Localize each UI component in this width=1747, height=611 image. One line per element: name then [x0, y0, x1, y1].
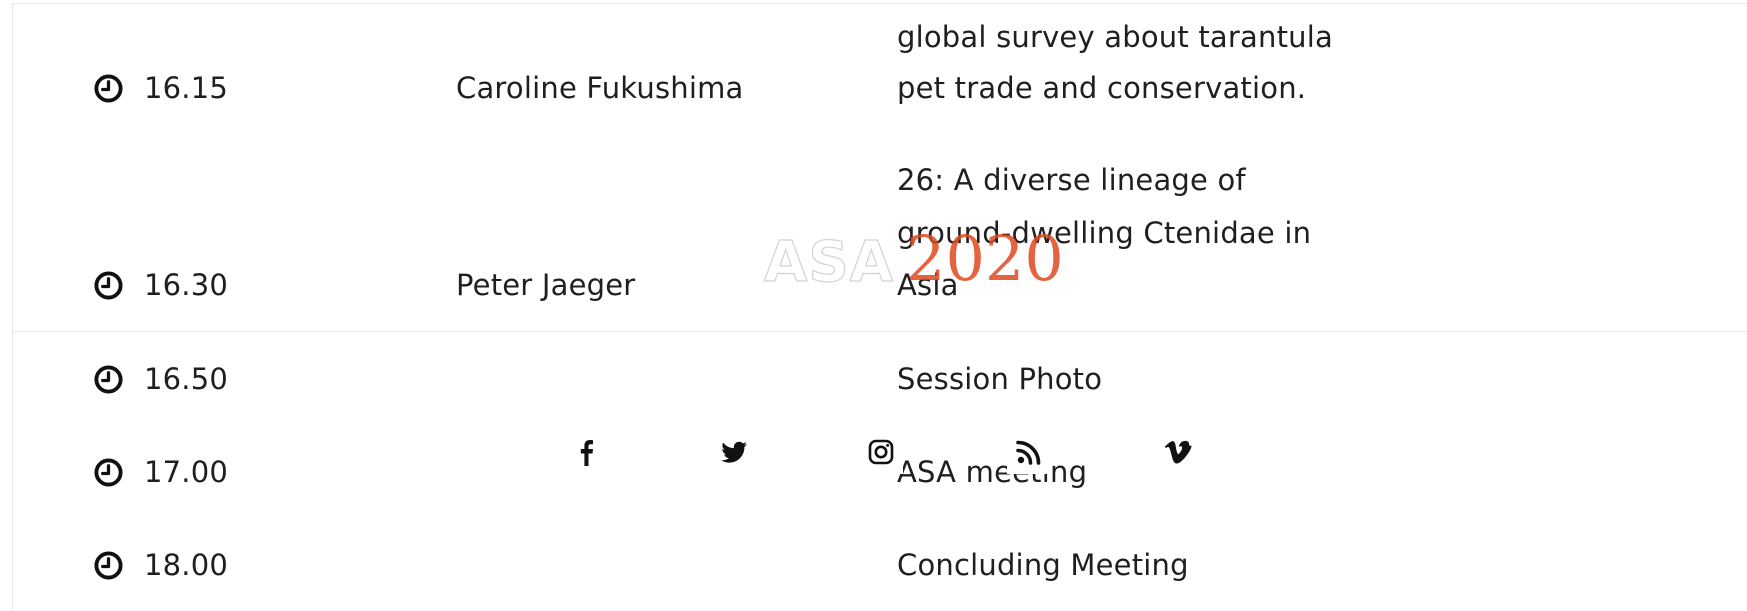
- vimeo-icon: [1164, 440, 1192, 464]
- topic-line: Asia: [897, 268, 959, 302]
- clock-icon: [94, 365, 123, 394]
- time-label: 18.00: [144, 548, 229, 582]
- twitter-icon: [721, 441, 747, 463]
- clock-icon: [94, 551, 123, 580]
- vimeo-link[interactable]: [1156, 430, 1200, 474]
- time-label: 17.00: [144, 455, 229, 489]
- topic-line: 26: A diverse lineage of: [897, 163, 1246, 197]
- topic-line: Concluding Meeting: [897, 548, 1189, 582]
- time-cell: 18.00: [93, 539, 228, 592]
- clock-icon: [94, 271, 123, 300]
- time-label: 16.50: [144, 362, 229, 396]
- time-cell: 16.15: [93, 62, 228, 115]
- clock-icon: [94, 458, 123, 487]
- topic-line: global survey about tarantula: [897, 20, 1333, 54]
- time-label: 16.30: [144, 268, 229, 302]
- schedule-frame: [12, 3, 1747, 611]
- clock-icon: [94, 74, 123, 103]
- facebook-icon: [580, 440, 593, 466]
- row-divider: [12, 331, 1747, 332]
- facebook-link[interactable]: [564, 430, 608, 474]
- rss-icon: [1016, 440, 1041, 465]
- time-cell: 16.50: [93, 353, 228, 406]
- schedule-page: global survey about tarantula 16.15 Caro…: [0, 0, 1747, 611]
- speaker-name: Peter Jaeger: [456, 268, 636, 302]
- time-cell: 17.00: [93, 446, 228, 499]
- time-label: 16.15: [144, 71, 229, 105]
- speaker-name: Caroline Fukushima: [456, 71, 744, 105]
- topic-line: ground-dwelling Ctenidae in: [897, 216, 1312, 250]
- time-cell: 16.30: [93, 259, 228, 312]
- topic-line: pet trade and conservation.: [897, 71, 1307, 105]
- topic-line: Session Photo: [897, 362, 1103, 396]
- rss-link[interactable]: [1007, 430, 1051, 474]
- instagram-icon: [868, 439, 894, 465]
- instagram-link[interactable]: [859, 430, 903, 474]
- twitter-link[interactable]: [712, 430, 756, 474]
- topic-line: ASA meeting: [897, 455, 1088, 489]
